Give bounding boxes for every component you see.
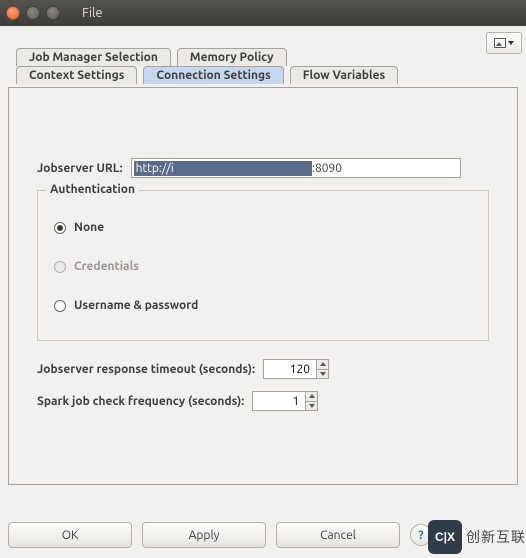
tabbar: Job Manager Selection Memory Policy Cont… [8, 48, 518, 88]
chevron-down-icon [309, 404, 315, 408]
auth-option-label: Username & password [74, 299, 198, 312]
radio-icon [54, 300, 66, 312]
ok-button[interactable]: OK [8, 522, 132, 548]
chevron-up-icon [309, 394, 315, 398]
dialog-content: Job Manager Selection Memory Policy Cont… [0, 26, 526, 493]
minimize-icon[interactable] [26, 6, 40, 20]
jobserver-url-input[interactable]: http://i :8090 [131, 158, 461, 178]
tab-context-settings[interactable]: Context Settings [16, 66, 137, 84]
chevron-down-icon [508, 41, 514, 45]
watermark: C|X 创新互联 [428, 520, 526, 554]
connection-settings-panel: Jobserver URL: http://i :8090 Authentica… [8, 87, 518, 485]
auth-option-label: Credentials [74, 260, 139, 273]
stepper-up[interactable] [306, 392, 317, 402]
auth-option-label: None [74, 221, 104, 234]
titlebar: File [0, 0, 526, 26]
timeout-input[interactable] [264, 360, 316, 378]
close-icon[interactable] [6, 6, 20, 20]
auth-option-none[interactable]: None [54, 221, 474, 234]
frequency-label: Spark job check frequency (seconds): [37, 395, 244, 408]
tab-flow-variables[interactable]: Flow Variables [290, 66, 398, 84]
auth-option-credentials[interactable]: Credentials [54, 260, 474, 273]
authentication-legend: Authentication [46, 183, 139, 196]
auth-option-userpass[interactable]: Username & password [54, 299, 474, 312]
radio-icon [54, 261, 66, 273]
stepper-down[interactable] [306, 402, 317, 411]
frequency-stepper[interactable] [252, 391, 318, 411]
radio-icon [54, 222, 66, 234]
chevron-up-icon [320, 362, 326, 366]
window-title: File [82, 6, 103, 20]
apply-button[interactable]: Apply [142, 522, 266, 548]
jobserver-url-label: Jobserver URL: [37, 162, 123, 175]
watermark-badge-icon: C|X [428, 520, 462, 554]
frequency-input[interactable] [253, 392, 305, 410]
watermark-text: 创新互联 [466, 527, 526, 547]
stepper-down[interactable] [317, 370, 328, 379]
timeout-label: Jobserver response timeout (seconds): [37, 363, 255, 376]
chevron-down-icon [320, 372, 326, 376]
tab-job-manager-selection[interactable]: Job Manager Selection [16, 48, 171, 66]
timeout-stepper[interactable] [263, 359, 329, 379]
stepper-up[interactable] [317, 360, 328, 370]
tab-connection-settings[interactable]: Connection Settings [143, 66, 283, 84]
maximize-icon[interactable] [46, 6, 60, 20]
picture-icon [494, 38, 506, 48]
cancel-button[interactable]: Cancel [276, 522, 400, 548]
tab-memory-policy[interactable]: Memory Policy [177, 48, 287, 66]
authentication-group: Authentication None Credentials Username… [37, 190, 489, 341]
